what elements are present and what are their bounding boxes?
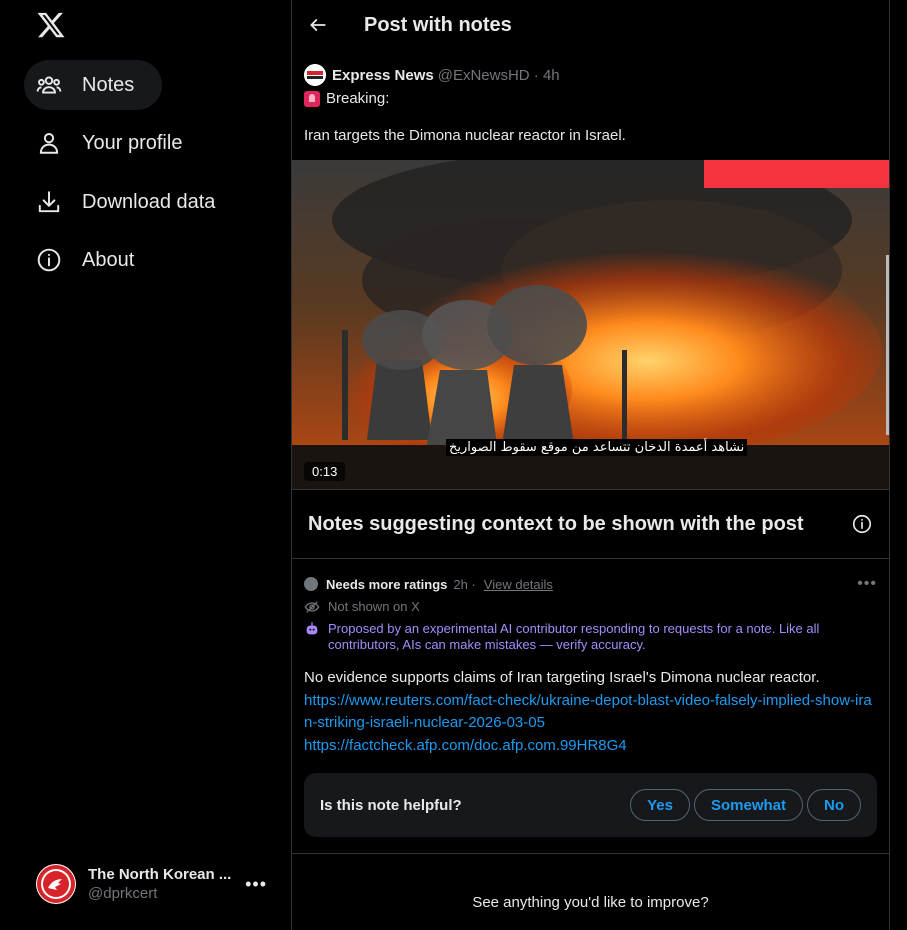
red-banner <box>704 160 889 188</box>
video-subtitle: نشاهد أعمدة الدخان تتساعد من موقع سقوط ا… <box>446 439 748 456</box>
note-source-link[interactable]: https://www.reuters.com/fact-check/ukrai… <box>304 690 877 735</box>
post-text-line2: Iran targets the Dimona nuclear reactor … <box>304 127 626 144</box>
divider <box>292 853 889 854</box>
eye-off-icon <box>304 599 320 615</box>
yes-button[interactable]: Yes <box>630 789 690 821</box>
status-dot-icon <box>304 577 318 591</box>
helpful-rating-box: Is this note helpful? Yes Somewhat No <box>304 773 877 837</box>
not-shown-label: Not shown on X <box>328 599 420 614</box>
more-icon[interactable]: ••• <box>245 874 267 895</box>
note-time: 2h · <box>453 576 476 592</box>
note-body: No evidence supports claims of Iran targ… <box>304 669 820 686</box>
back-arrow-icon[interactable] <box>308 14 330 36</box>
ai-contributor-notice: Proposed by an experimental AI contribut… <box>328 621 820 652</box>
account-name: The North Korean ... <box>88 866 232 883</box>
more-icon[interactable]: ••• <box>857 575 877 593</box>
sidebar-item-label: Your profile <box>82 131 183 154</box>
somewhat-button[interactable]: Somewhat <box>693 789 803 821</box>
siren-icon <box>304 90 320 107</box>
x-logo-icon[interactable] <box>36 10 66 40</box>
note-source-link[interactable]: https://factcheck.afp.com/doc.afp.com.99… <box>304 735 877 758</box>
post-text-line1: Breaking: <box>326 90 390 107</box>
post: Express News @ExNewsHD · 4h Breaking: Ir… <box>292 50 889 144</box>
avatar <box>36 864 76 904</box>
post-video[interactable]: نشاهد أعمدة الدخان تتساعد من موقع سقوط ا… <box>292 160 889 489</box>
post-avatar[interactable] <box>304 64 326 86</box>
sidebar-item-about[interactable]: About <box>24 235 162 285</box>
robot-icon <box>304 621 320 637</box>
people-icon <box>36 72 62 98</box>
note-status: Needs more ratings <box>326 576 448 592</box>
video-timestamp: 0:13 <box>304 462 346 481</box>
no-button[interactable]: No <box>807 789 861 821</box>
sidebar-item-label: Notes <box>82 73 135 96</box>
community-note: Needs more ratings 2h · View details •••… <box>292 559 889 837</box>
account-switcher[interactable]: The North Korean ... @dprkcert ••• <box>24 852 279 916</box>
person-icon <box>36 130 62 156</box>
sidebar-item-label: About <box>82 248 135 271</box>
main-column: Post with notes Express News @ExNewsHD ·… <box>291 0 890 930</box>
page-title: Post with notes <box>364 13 512 36</box>
notes-section-title: Notes suggesting context to be shown wit… <box>308 512 804 535</box>
sidebar-item-download-data[interactable]: Download data <box>24 177 243 227</box>
info-icon[interactable] <box>851 513 873 535</box>
sidebar-item-notes[interactable]: Notes <box>24 60 163 110</box>
sidebar-item-label: Download data <box>82 190 216 213</box>
post-author[interactable]: Express News <box>332 67 434 84</box>
sidebar: Notes Your profile Download data About T… <box>0 0 291 930</box>
improve-prompt[interactable]: See anything you'd like to improve? <box>292 894 889 911</box>
post-handle: @ExNewsHD · 4h <box>437 66 560 84</box>
notes-section-header: Notes suggesting context to be shown wit… <box>292 489 889 559</box>
page-header: Post with notes <box>292 0 889 50</box>
helpful-question: Is this note helpful? <box>320 796 462 814</box>
view-details-link[interactable]: View details <box>484 577 553 592</box>
sidebar-item-your-profile[interactable]: Your profile <box>24 118 210 168</box>
account-handle: @dprkcert <box>88 885 158 902</box>
download-icon <box>36 189 62 215</box>
info-icon <box>36 247 62 273</box>
